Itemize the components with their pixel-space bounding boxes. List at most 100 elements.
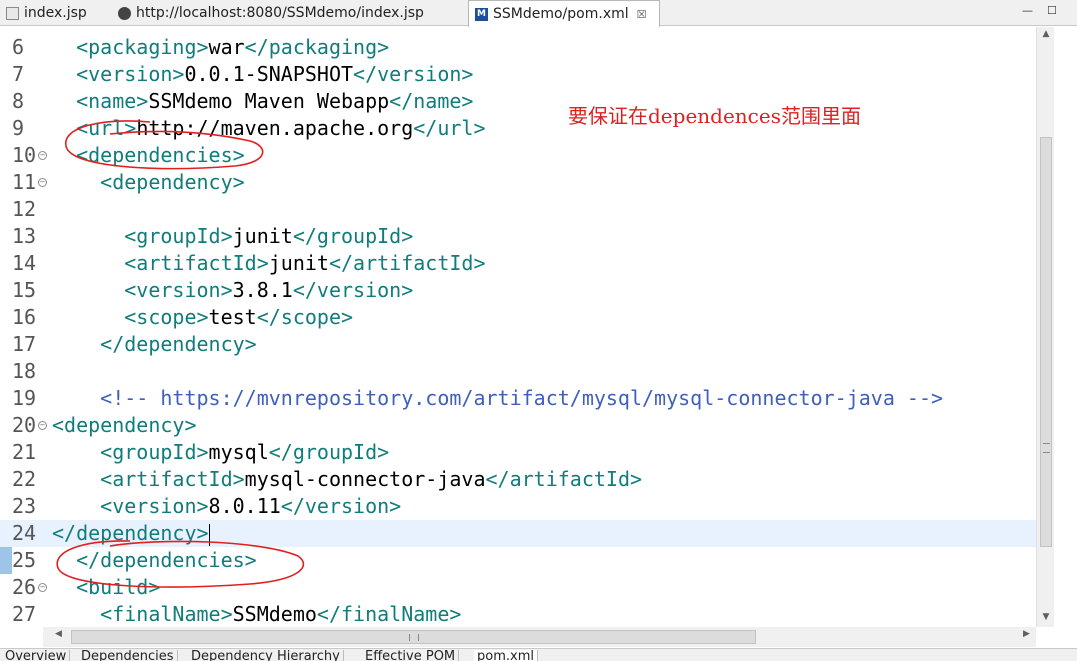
line-number: 6: [12, 35, 25, 59]
code-content: </dependency>: [52, 520, 210, 547]
line-number: 8: [12, 89, 25, 113]
fold-toggle-icon[interactable]: −: [38, 421, 47, 430]
minimize-icon[interactable]: —: [1022, 4, 1033, 17]
code-content: <artifactId>junit</artifactId>: [52, 250, 486, 277]
grip-icon: [1043, 443, 1050, 453]
xml-open-tag: <dependencies>: [76, 143, 245, 167]
code-line[interactable]: 9 <url>http://maven.apache.org</url>: [0, 115, 1036, 142]
horizontal-scrollbar[interactable]: ◀ ▶: [43, 627, 1036, 647]
code-content: <groupId>mysql</groupId>: [52, 439, 389, 466]
scroll-up-icon[interactable]: ▲: [1037, 29, 1055, 39]
code-content: <!-- https://mvnrepository.com/artifact/…: [52, 385, 943, 412]
xml-close-tag: </url>: [413, 116, 486, 140]
line-number: 19: [12, 386, 37, 410]
xml-close-tag: </artifactId>: [328, 251, 486, 275]
maximize-icon[interactable]: ☐: [1047, 4, 1057, 17]
pom-editor-page-tabs: Overview Dependencies Dependency Hierarc…: [0, 648, 1077, 661]
line-number: 20: [12, 413, 37, 437]
code-line[interactable]: 15 <version>3.8.1</version>: [0, 277, 1036, 304]
code-line[interactable]: 27 <finalName>SSMdemo</finalName>: [0, 601, 1036, 627]
code-line[interactable]: 18: [0, 358, 1036, 385]
code-line[interactable]: 11− <dependency>: [0, 169, 1036, 196]
line-number: 7: [12, 62, 25, 86]
code-line[interactable]: 24 </dependency>: [0, 520, 1036, 547]
code-content: <groupId>junit</groupId>: [52, 223, 413, 250]
close-tab-icon[interactable]: ☒: [637, 8, 647, 21]
xml-text-value: SSMdemo: [232, 602, 317, 626]
code-line[interactable]: 6 <packaging>war</packaging>: [0, 34, 1036, 61]
xml-open-tag: <version>: [76, 62, 185, 86]
line-number: 18: [12, 359, 37, 383]
code-line[interactable]: 25 </dependencies>: [0, 547, 1036, 574]
scroll-down-icon[interactable]: ▼: [1037, 612, 1055, 622]
code-line[interactable]: 26− <build>: [0, 574, 1036, 601]
code-line[interactable]: 23 <version>8.0.11</version>: [0, 493, 1036, 520]
line-number: 12: [12, 197, 37, 221]
xml-open-tag: <version>: [100, 494, 209, 518]
code-content: <version>8.0.11</version>: [52, 493, 401, 520]
line-number: 21: [12, 440, 37, 464]
xml-close-tag: </name>: [389, 89, 474, 113]
code-line[interactable]: 21 <groupId>mysql</groupId>: [0, 439, 1036, 466]
xml-text-value: 8.0.11: [208, 494, 281, 518]
code-line[interactable]: 17 </dependency>: [0, 331, 1036, 358]
xml-text-value: http://maven.apache.org: [136, 116, 414, 140]
tab-dependency-hierarchy[interactable]: Dependency Hierarchy: [188, 650, 344, 661]
xml-close-tag: </finalName>: [316, 602, 462, 626]
code-line[interactable]: 20− <dependency>: [0, 412, 1036, 439]
xml-text-value: 0.0.1-SNAPSHOT: [184, 62, 354, 86]
fold-toggle-icon[interactable]: −: [38, 151, 47, 160]
editor-tab-bar: index.jsp http://localhost:8080/SSMdemo/…: [0, 0, 1077, 27]
xml-source-editor[interactable]: 6 <packaging>war</packaging> 7 <version>0…: [0, 27, 1077, 627]
code-line[interactable]: 13 <groupId>junit</groupId>: [0, 223, 1036, 250]
xml-text-value: war: [208, 35, 245, 59]
fold-toggle-icon[interactable]: −: [38, 178, 47, 187]
xml-open-tag: <version>: [124, 278, 233, 302]
code-line[interactable]: 22 <artifactId>mysql-connector-java</art…: [0, 466, 1036, 493]
code-content: <version>0.0.1-SNAPSHOT</version>: [52, 61, 473, 88]
xml-text-value: mysql: [208, 440, 269, 464]
line-number: 15: [12, 278, 37, 302]
xml-open-tag: <name>: [76, 89, 149, 113]
tab-browser-index[interactable]: http://localhost:8080/SSMdemo/index.jsp: [118, 0, 463, 26]
code-line[interactable]: 16 <scope>test</scope>: [0, 304, 1036, 331]
xml-open-tag: </dependency>: [100, 332, 257, 356]
xml-open-tag: <dependency>: [52, 413, 197, 437]
code-line[interactable]: 8 <name>SSMdemo Maven Webapp</name>: [0, 88, 1036, 115]
code-content: <artifactId>mysql-connector-java</artifa…: [52, 466, 642, 493]
code-line[interactable]: 10− <dependencies>: [0, 142, 1036, 169]
tab-overview[interactable]: Overview: [2, 650, 71, 661]
tab-dependencies[interactable]: Dependencies: [78, 650, 178, 661]
xml-open-tag: <scope>: [124, 305, 209, 329]
code-line[interactable]: 12: [0, 196, 1036, 223]
xml-text-value: 3.8.1: [232, 278, 293, 302]
xml-open-tag: <finalName>: [100, 602, 233, 626]
code-line[interactable]: 14 <artifactId>junit</artifactId>: [0, 250, 1036, 277]
xml-text-value: test: [208, 305, 257, 329]
scroll-left-icon[interactable]: ◀: [55, 629, 62, 639]
xml-close-tag: </groupId>: [268, 440, 390, 464]
line-number: 14: [12, 251, 37, 275]
tab-pom-xml[interactable]: M SSMdemo/pom.xml ☒: [468, 0, 660, 27]
line-number: 25: [12, 548, 37, 572]
horizontal-scroll-thumb[interactable]: [71, 630, 756, 644]
xml-open-tag: <artifactId>: [100, 467, 245, 491]
scroll-right-icon[interactable]: ▶: [1023, 629, 1030, 639]
tab-effective-pom[interactable]: Effective POM: [362, 650, 460, 661]
code-line[interactable]: 19 <!-- https://mvnrepository.com/artifa…: [0, 385, 1036, 412]
tab-pom-xml-source[interactable]: pom.xml: [474, 650, 538, 661]
vertical-scroll-thumb[interactable]: [1040, 137, 1052, 547]
overview-ruler: [1054, 27, 1077, 627]
tab-index-jsp[interactable]: index.jsp: [6, 0, 106, 26]
code-line[interactable]: 7 <version>0.0.1-SNAPSHOT</version>: [0, 61, 1036, 88]
vertical-scrollbar[interactable]: ▲ ▼: [1036, 27, 1055, 627]
fold-toggle-icon[interactable]: −: [38, 583, 47, 592]
